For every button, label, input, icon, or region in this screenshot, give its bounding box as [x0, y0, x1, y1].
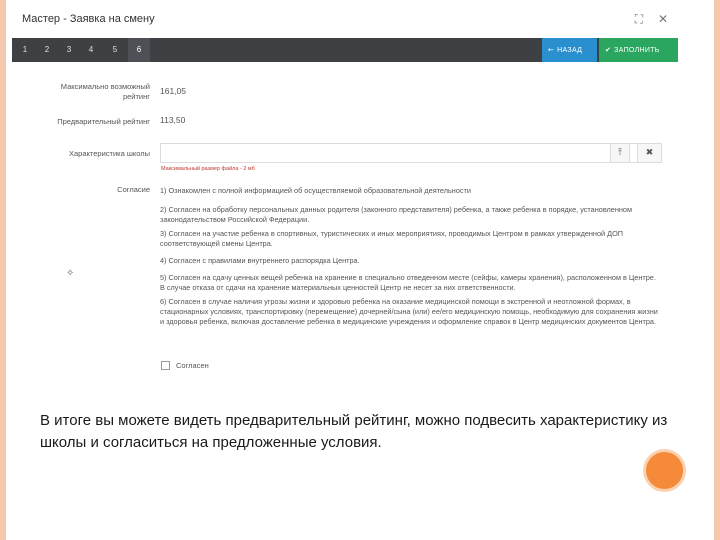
- stepper-bar: 1 2 3 4 5 6 ← НАЗАД ✔ ЗАПОЛНИТЬ: [12, 38, 678, 62]
- arrow-left-icon: ←: [548, 46, 555, 54]
- consent-label: Согласие: [117, 185, 150, 194]
- check-icon: ✔: [605, 46, 612, 54]
- consent-item-6: 6) Согласен в случае наличия угрозы жизн…: [160, 297, 658, 326]
- characteristics-label: Характеристика школы: [69, 149, 150, 158]
- step-3[interactable]: 3: [58, 38, 80, 62]
- slide-caption: В итоге вы можете видеть предварительный…: [40, 412, 668, 451]
- file-size-hint: Максимальный размер файла - 2 мб: [161, 166, 255, 172]
- step-6[interactable]: 6: [128, 38, 150, 62]
- back-button-label: НАЗАД: [557, 47, 583, 54]
- close-icon[interactable]: ✕: [656, 12, 670, 26]
- wizard-modal: Мастер - Заявка на смену ⛶ ✕ 1 2 3 4 5 6…: [12, 0, 678, 395]
- consent-item-2: 2) Согласен на обработку персональных да…: [160, 205, 632, 224]
- modal-header: Мастер - Заявка на смену ⛶ ✕: [12, 0, 678, 36]
- consent-item-4: 4) Согласен с правилами внутреннего расп…: [160, 256, 360, 265]
- save-button-label: ЗАПОЛНИТЬ: [614, 47, 660, 54]
- maximize-icon[interactable]: ⛶: [632, 12, 646, 26]
- max-rating-value: 161,05: [160, 86, 186, 96]
- agree-checkbox-label[interactable]: Согласен: [176, 361, 209, 370]
- remove-file-icon[interactable]: ✖: [637, 143, 662, 163]
- back-button[interactable]: ← НАЗАД: [542, 38, 597, 62]
- step-2[interactable]: 2: [36, 38, 58, 62]
- step-4[interactable]: 4: [80, 38, 102, 62]
- consent-item-5: 5) Согласен на сдачу ценных вещей ребенк…: [160, 273, 656, 292]
- step-5[interactable]: 5: [104, 38, 126, 62]
- prelim-rating-value: 113,50: [160, 115, 186, 125]
- agree-checkbox[interactable]: [161, 361, 170, 370]
- decorative-circle: [643, 449, 686, 492]
- consent-item-3: 3) Согласен на участие ребенка в спортив…: [160, 229, 623, 248]
- slide-border-left: [0, 0, 6, 540]
- step-1[interactable]: 1: [14, 38, 36, 62]
- prelim-rating-label: Предварительный рейтинг: [57, 117, 150, 126]
- modal-title: Мастер - Заявка на смену: [22, 13, 155, 25]
- mouse-cursor-icon: ✧: [66, 268, 75, 279]
- characteristics-file-input[interactable]: [160, 143, 662, 163]
- upload-icon[interactable]: ⤒: [610, 143, 630, 163]
- slide-border-right: [714, 0, 720, 540]
- max-rating-label: Максимально возможный рейтинг: [60, 82, 150, 101]
- consent-item-1: 1) Ознакомлен с полной информацией об ос…: [160, 186, 471, 195]
- save-button[interactable]: ✔ ЗАПОЛНИТЬ: [599, 38, 678, 62]
